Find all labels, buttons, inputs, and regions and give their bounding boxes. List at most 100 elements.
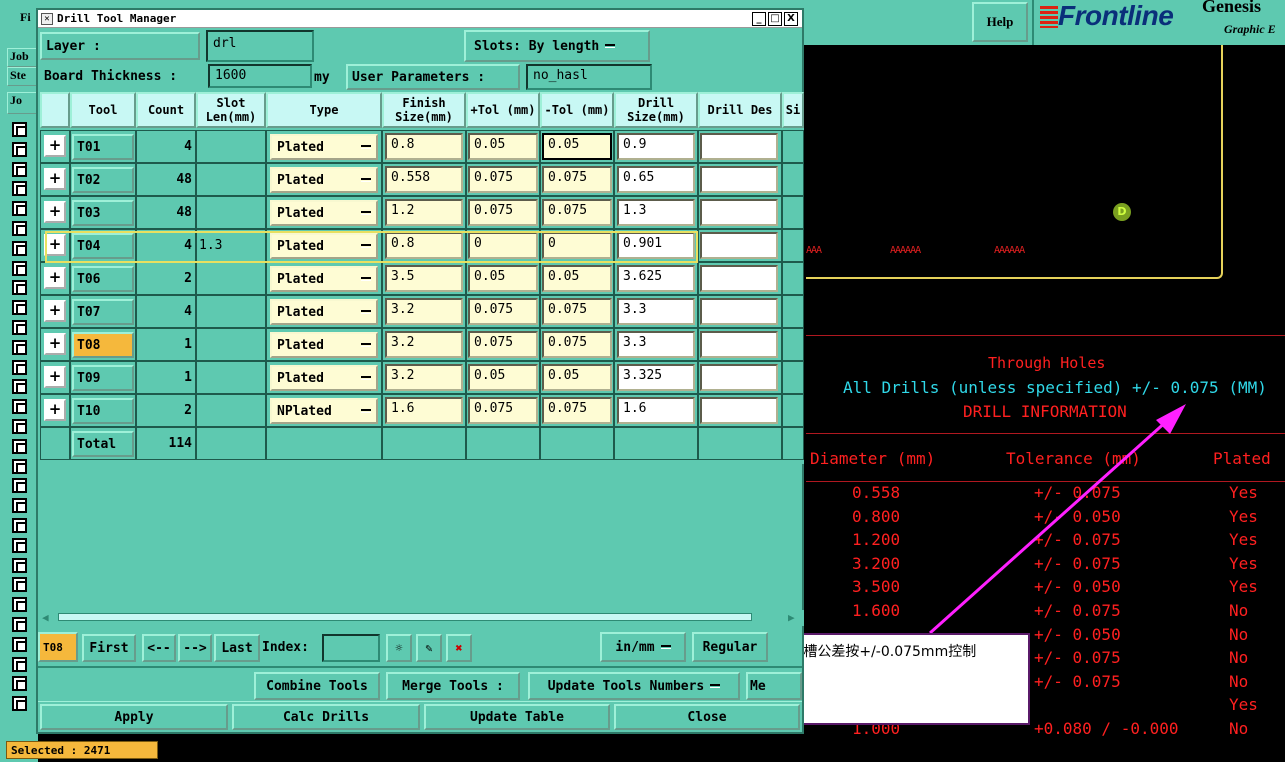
column-header[interactable]: Slot Len(mm) <box>196 92 266 128</box>
expand-plus-icon[interactable]: + <box>44 333 66 355</box>
expand-plus-icon[interactable]: + <box>44 267 66 289</box>
dialog-titlebar[interactable]: ✕ Drill Tool Manager _ □ X <box>38 10 802 28</box>
finish-size-field[interactable]: 0.8 <box>385 133 463 160</box>
layer-toggle-icon[interactable] <box>12 636 27 652</box>
minimize-button[interactable]: _ <box>752 12 766 26</box>
layer-field[interactable]: drl <box>206 30 314 62</box>
units-dropdown[interactable]: in/mm <box>600 632 686 662</box>
plus-tol-field[interactable]: 0.075 <box>468 331 538 358</box>
user-parameters-button[interactable]: User Parameters : <box>346 64 520 90</box>
minus-tol-field[interactable]: 0.05 <box>542 133 612 160</box>
scroll-thumb[interactable] <box>58 613 752 621</box>
drill-size-field[interactable]: 3.625 <box>617 265 695 292</box>
type-dropdown[interactable]: Plated <box>270 266 378 292</box>
plus-tol-field[interactable]: 0.075 <box>468 166 538 193</box>
prev-button[interactable]: <-- <box>142 634 176 662</box>
tool-name-button[interactable]: T07 <box>72 299 134 325</box>
help-button[interactable]: Help <box>972 2 1028 42</box>
drill-des-field[interactable] <box>700 397 778 424</box>
finish-size-field[interactable]: 0.558 <box>385 166 463 193</box>
layer-toggle-icon[interactable] <box>12 280 27 296</box>
tool-name-button[interactable]: T08 <box>72 332 134 358</box>
finish-size-field[interactable]: 3.2 <box>385 364 463 391</box>
type-dropdown[interactable]: Plated <box>270 332 378 358</box>
drill-size-field[interactable]: 3.325 <box>617 364 695 391</box>
board-thickness-field[interactable]: 1600 <box>208 64 312 88</box>
expand-plus-icon[interactable]: + <box>44 201 66 223</box>
layer-toggle-icon[interactable] <box>12 320 27 335</box>
minus-tol-field[interactable]: 0.05 <box>542 364 612 391</box>
plus-tol-field[interactable]: 0.075 <box>468 199 538 226</box>
layer-toggle-icon[interactable] <box>12 260 27 276</box>
layer-toggle-icon[interactable] <box>12 201 27 217</box>
layer-toggle-icon[interactable] <box>12 181 27 197</box>
finish-size-field[interactable]: 3.5 <box>385 265 463 292</box>
drill-size-field[interactable]: 1.3 <box>617 199 695 226</box>
merge-tools-button[interactable]: Merge Tools : <box>386 672 520 700</box>
type-dropdown[interactable]: Plated <box>270 365 378 391</box>
minus-tol-field[interactable]: 0.075 <box>542 298 612 325</box>
minus-tol-field[interactable]: 0.075 <box>542 166 612 193</box>
delete-icon[interactable]: ✖ <box>446 634 472 662</box>
expand-plus-icon[interactable]: + <box>44 300 66 322</box>
column-header[interactable]: Finish Size(mm) <box>382 92 466 128</box>
layer-toggle-icon[interactable] <box>12 300 27 316</box>
minus-tol-field[interactable]: 0.075 <box>542 199 612 226</box>
me-button[interactable]: Me <box>746 672 802 700</box>
first-button[interactable]: First <box>82 634 136 662</box>
scroll-right-icon[interactable]: ▶ <box>788 611 795 624</box>
type-dropdown[interactable]: Plated <box>270 299 378 325</box>
finish-size-field[interactable]: 3.2 <box>385 331 463 358</box>
layer-toggle-icon[interactable] <box>12 656 27 672</box>
drill-des-field[interactable] <box>700 133 778 160</box>
minus-tol-field[interactable]: 0.075 <box>542 331 612 358</box>
layer-toggle-icon[interactable] <box>12 458 27 474</box>
layer-toggle-icon[interactable] <box>12 240 27 256</box>
window-menu-icon[interactable]: ✕ <box>41 13 53 25</box>
layer-toggle-icon[interactable] <box>12 399 27 415</box>
layer-toggle-icon[interactable] <box>12 478 27 494</box>
layer-toggle-icon[interactable] <box>12 696 27 712</box>
minus-tol-field[interactable]: 0.075 <box>542 397 612 424</box>
layer-toggle-icon[interactable] <box>12 557 27 573</box>
type-dropdown[interactable]: NPlated <box>270 398 378 424</box>
drill-des-field[interactable] <box>700 166 778 193</box>
type-dropdown[interactable]: Plated <box>270 200 378 226</box>
layer-toggle-icon[interactable] <box>12 141 27 157</box>
drill-des-field[interactable] <box>700 199 778 226</box>
expand-plus-icon[interactable]: + <box>44 366 66 388</box>
combine-tools-button[interactable]: Combine Tools <box>254 672 380 700</box>
column-header[interactable]: -Tol (mm) <box>540 92 614 128</box>
layer-toggle-icon[interactable] <box>12 359 27 375</box>
layer-toggle-icon[interactable] <box>12 438 27 454</box>
finish-size-field[interactable]: 3.2 <box>385 298 463 325</box>
column-header[interactable]: Drill Size(mm) <box>614 92 698 128</box>
layer-toggle-icon[interactable] <box>12 379 27 395</box>
column-header[interactable]: Drill Des <box>698 92 782 128</box>
calc-drills-button[interactable]: Calc Drills <box>232 704 420 730</box>
tool-name-button[interactable]: T02 <box>72 167 134 193</box>
drill-size-field[interactable]: 3.3 <box>617 331 695 358</box>
layer-toggle-icon[interactable] <box>12 676 27 692</box>
layer-toggle-icon[interactable] <box>12 122 27 137</box>
column-header[interactable]: Si <box>782 92 804 128</box>
drill-size-field[interactable]: 0.65 <box>617 166 695 193</box>
layer-toggle-icon[interactable] <box>12 498 27 514</box>
plus-tol-field[interactable]: 0.075 <box>468 397 538 424</box>
tool-name-button[interactable]: T09 <box>72 365 134 391</box>
drill-des-field[interactable] <box>700 331 778 358</box>
column-header[interactable]: Type <box>266 92 382 128</box>
column-header[interactable]: +Tol (mm) <box>466 92 540 128</box>
layer-toggle-icon[interactable] <box>12 419 27 434</box>
layer-toggle-icon[interactable] <box>12 161 27 177</box>
update-table-button[interactable]: Update Table <box>424 704 610 730</box>
maximize-button[interactable]: □ <box>768 12 782 26</box>
minus-tol-field[interactable]: 0.05 <box>542 265 612 292</box>
finish-size-field[interactable]: 1.6 <box>385 397 463 424</box>
tool-name-button[interactable]: T10 <box>72 398 134 424</box>
scroll-left-icon[interactable]: ◀ <box>42 611 49 624</box>
close-button[interactable]: Close <box>614 704 800 730</box>
drill-des-field[interactable] <box>700 364 778 391</box>
column-header[interactable]: Count <box>136 92 196 128</box>
layer-toggle-icon[interactable] <box>12 617 27 632</box>
